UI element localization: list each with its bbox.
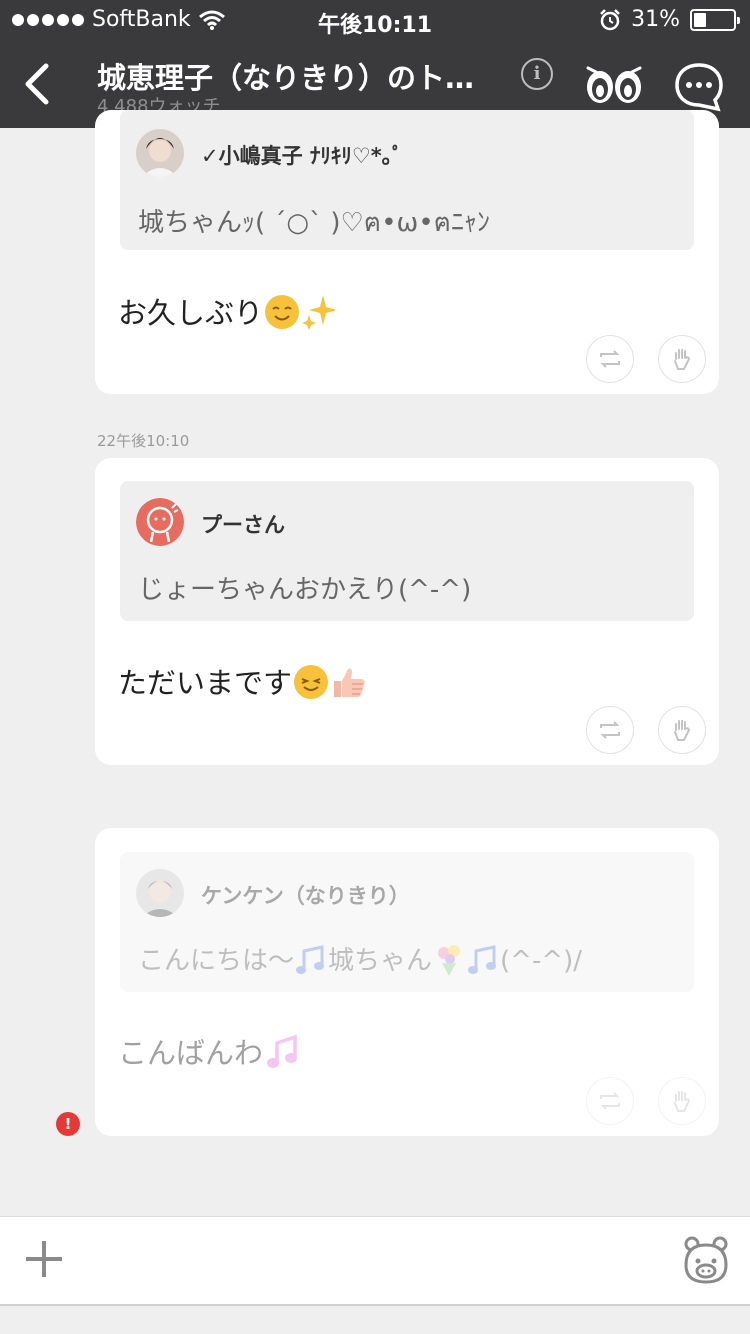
thumbs-up-emoji-icon xyxy=(334,668,365,697)
message-text: こんばんわ xyxy=(118,1030,301,1072)
add-post-button[interactable] xyxy=(26,1241,62,1277)
music-notes-emoji-icon xyxy=(468,945,497,974)
battery-fill xyxy=(694,12,706,27)
hand-icon xyxy=(674,1091,691,1112)
smile-emoji-icon xyxy=(294,665,329,699)
repost-icon xyxy=(600,350,620,368)
post-card[interactable]: ✓小嶋真子 ﾅﾘｷﾘ♡*｡ﾟ 城ちゃんｯ( ˊ○ˋ )♡ฅ•ω•ฅﾆｬﾝ お久し… xyxy=(95,110,719,394)
chat-bubble-button[interactable] xyxy=(674,62,724,112)
page-title: 城恵理子（なりきり）のト… xyxy=(97,61,475,95)
smile-emoji-icon xyxy=(265,295,300,329)
high-five-button[interactable] xyxy=(658,706,706,754)
sparkles-emoji-icon xyxy=(302,295,338,330)
keyboard-accessory-strip xyxy=(0,1304,750,1334)
avatar[interactable] xyxy=(136,869,184,917)
quoted-text-part: 城ちゃん xyxy=(328,946,433,976)
timestamp: 22午後10:10 xyxy=(97,432,190,450)
watch-eyes-button[interactable] xyxy=(584,62,644,106)
repost-button[interactable] xyxy=(586,706,634,754)
battery-percent: 31% xyxy=(631,7,680,32)
message-body: ただいまです xyxy=(118,666,293,700)
compose-bar xyxy=(0,1216,750,1304)
quoted-post[interactable]: ケンケン（なりきり） こんにちは〜 城ちゃん (^-^)/ xyxy=(120,852,694,992)
quoted-author: ✓小嶋真子 ﾅﾘｷﾘ♡*｡ﾟ xyxy=(201,144,403,168)
message-text: ただいまです xyxy=(118,660,368,702)
stamp-bear-icon[interactable] xyxy=(681,1235,731,1285)
message-body: こんばんわ xyxy=(118,1036,264,1070)
send-failed-badge[interactable]: ! xyxy=(56,1112,80,1136)
message-body: お久しぶり xyxy=(118,296,264,330)
hand-icon xyxy=(674,349,691,370)
music-notes-emoji-icon xyxy=(296,945,325,974)
hand-icon xyxy=(674,720,691,741)
post-card[interactable]: ケンケン（なりきり） こんにちは〜 城ちゃん (^-^)/ こんばんわ xyxy=(95,828,719,1136)
quoted-text-part: (^-^)/ xyxy=(500,946,583,976)
status-bar: SoftBank 午後10:11 31% xyxy=(0,0,750,40)
status-right: 31% xyxy=(599,7,740,32)
quoted-text: 城ちゃんｯ( ˊ○ˋ )♡ฅ•ω•ฅﾆｬﾝ xyxy=(138,208,491,238)
quoted-text-part: こんにちは〜 xyxy=(138,946,295,976)
quoted-post[interactable]: プーさん じょーちゃんおかえり(^-^) xyxy=(120,481,694,621)
avatar[interactable] xyxy=(136,498,184,546)
quoted-text: じょーちゃんおかえり(^-^) xyxy=(138,575,472,605)
alarm-icon xyxy=(600,8,620,30)
info-button[interactable]: i xyxy=(521,58,553,90)
high-five-button[interactable] xyxy=(658,1077,706,1125)
quoted-author: プーさん xyxy=(201,513,285,537)
quoted-post[interactable]: ✓小嶋真子 ﾅﾘｷﾘ♡*｡ﾟ 城ちゃんｯ( ˊ○ˋ )♡ฅ•ω•ฅﾆｬﾝ xyxy=(120,110,694,250)
quoted-text: こんにちは〜 城ちゃん (^-^)/ xyxy=(138,940,582,977)
repost-icon xyxy=(600,721,620,739)
avatar[interactable] xyxy=(136,129,184,177)
repost-icon xyxy=(600,1092,620,1110)
repost-button[interactable] xyxy=(586,335,634,383)
high-five-button[interactable] xyxy=(658,335,706,383)
bouquet-emoji-icon xyxy=(438,945,461,976)
back-button[interactable] xyxy=(18,60,58,108)
post-card[interactable]: プーさん じょーちゃんおかえり(^-^) ただいまです xyxy=(95,458,719,765)
message-text: お久しぶり xyxy=(118,290,339,332)
repost-button[interactable] xyxy=(586,1077,634,1125)
music-note-emoji-icon xyxy=(267,1034,298,1068)
battery-icon xyxy=(690,8,740,31)
quoted-author: ケンケン（なりきり） xyxy=(201,884,410,908)
